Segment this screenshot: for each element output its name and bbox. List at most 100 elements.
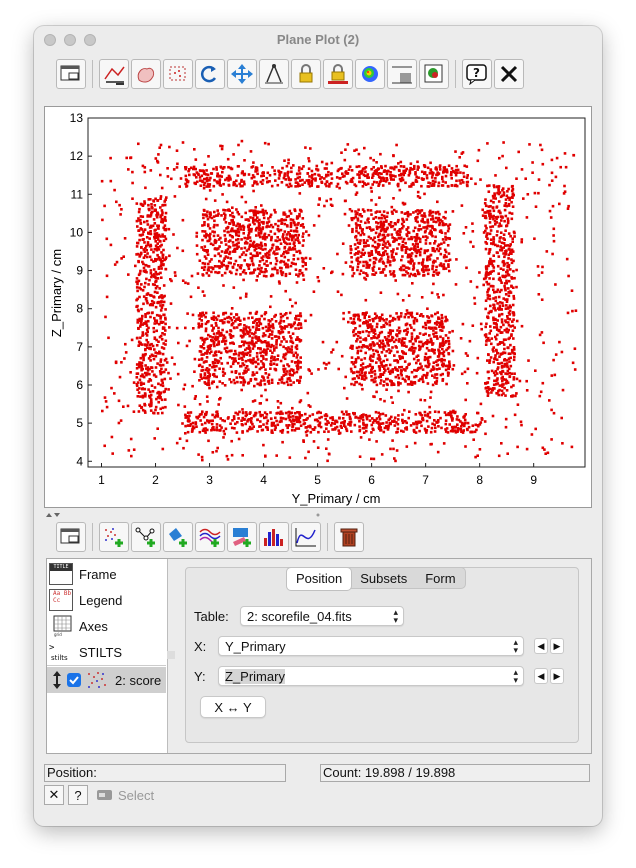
data-point [295,356,299,359]
box-select-button[interactable] [163,59,193,89]
data-point [204,315,207,319]
data-point [198,379,201,382]
scatter-plot[interactable]: 123456789 45678910111213 Y_Primary / cm … [45,107,591,507]
data-point [323,167,327,170]
data-point [513,235,516,238]
data-point [161,352,165,356]
data-point [260,204,263,207]
aux-lock-button[interactable] [323,59,353,89]
data-point [212,341,216,344]
data-point [224,255,228,258]
data-point [251,316,254,319]
data-point [445,255,448,259]
data-point [376,168,379,171]
data-point [377,334,381,337]
data-point [195,171,199,174]
data-point [256,274,259,278]
data-point [431,264,435,268]
data-point [249,216,252,219]
float-controls-button[interactable] [56,59,86,89]
data-point [436,273,440,276]
data-point [359,364,363,367]
data-point [437,317,440,320]
plot-panel[interactable]: 123456789 4 5 6 7 8 9 10 11 12 13 Y_Primary / cm … [44,106,592,508]
data-point [234,259,238,263]
data-point [341,172,344,175]
data-point [289,325,293,329]
data-point [298,251,302,255]
data-point [360,383,363,387]
data-point [161,411,164,415]
data-point [237,212,241,216]
data-point [488,248,492,251]
data-point [423,427,427,431]
data-point [152,250,155,254]
data-point [387,370,391,373]
data-point [368,414,371,418]
data-point [496,251,499,255]
data-point [295,230,299,233]
data-point [352,334,356,337]
blob-draw-button[interactable] [131,59,161,89]
lock-axes-button[interactable] [291,59,321,89]
data-point [296,257,300,261]
data-point [298,172,302,175]
data-point [159,215,162,219]
data-point [157,400,160,404]
data-point [137,327,140,330]
data-point [291,304,294,308]
data-point [329,416,332,420]
data-point [197,358,201,361]
data-point [323,414,327,417]
data-point [161,303,165,307]
data-point [400,248,404,252]
data-point [554,283,557,286]
data-point [422,270,425,274]
replot-button[interactable] [195,59,225,89]
data-point [212,234,216,238]
data-point [160,267,163,270]
data-point [460,204,464,207]
data-point [203,265,207,269]
data-point [199,373,203,376]
help-button[interactable]: ? [462,59,492,89]
grid-button[interactable] [387,59,417,89]
data-point [355,226,358,230]
data-point [513,372,516,375]
close-window-button[interactable] [494,59,524,89]
color-ramp-button[interactable] [355,59,385,89]
export-button[interactable] [419,59,449,89]
data-point [143,250,146,253]
data-point [207,379,210,382]
data-point [367,334,370,337]
data-point [326,174,330,177]
data-point [323,177,326,180]
data-point [349,417,352,421]
data-point [403,378,407,382]
data-point [511,188,515,191]
data-point [447,342,451,346]
data-point [250,417,253,420]
data-point [410,247,413,250]
axis-lines-button[interactable] [99,59,129,89]
data-point [368,315,371,318]
data-point [294,262,297,266]
rescale-button[interactable] [259,59,289,89]
data-point [392,420,395,423]
data-point [216,335,220,339]
data-point [291,425,295,428]
data-point [440,242,443,246]
data-point [409,380,413,384]
data-point [255,321,259,325]
data-point [259,347,262,350]
data-point [248,354,252,357]
data-point [161,363,165,367]
data-point [153,348,156,351]
data-point [398,329,402,333]
navigation-button[interactable] [227,59,257,89]
data-point [244,272,248,275]
data-point [415,423,419,426]
data-point [310,169,314,173]
data-point [395,312,398,315]
data-point [304,430,308,434]
